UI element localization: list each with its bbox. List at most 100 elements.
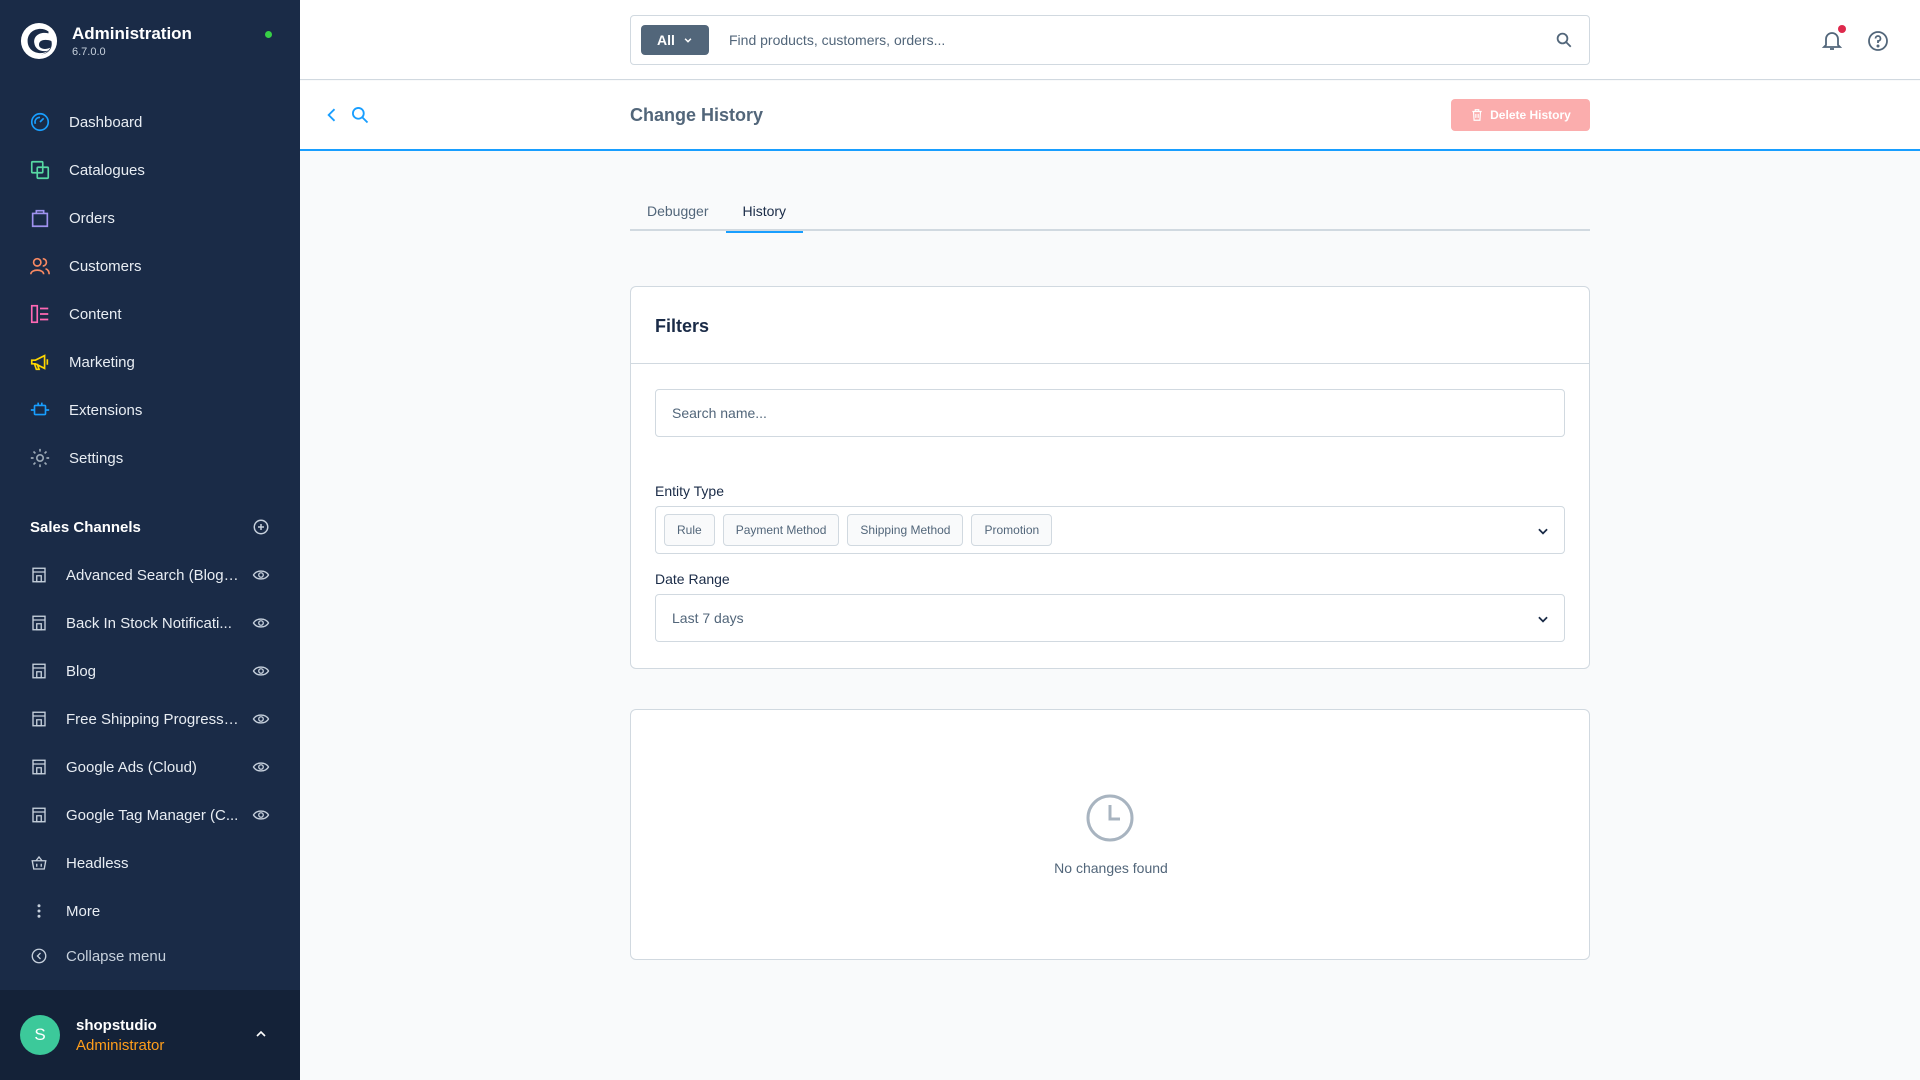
tab-history[interactable]: History — [725, 197, 804, 233]
nav-item-dashboard[interactable]: Dashboard — [0, 98, 300, 146]
storefront-icon — [32, 567, 46, 583]
more-vertical-icon — [37, 904, 41, 918]
content-icon — [30, 304, 49, 324]
nav-item-settings[interactable]: Settings — [0, 434, 300, 482]
nav-item-marketing[interactable]: Marketing — [0, 338, 300, 386]
nav-label: Dashboard — [69, 113, 143, 131]
app-title: Administration — [72, 24, 192, 43]
storefront-icon — [32, 663, 46, 679]
collapse-chevron-icon — [31, 948, 47, 964]
users-icon — [30, 257, 50, 275]
sidebar: Administration 6.7.0.0 Dashboard Catalog… — [0, 0, 300, 1080]
storefront-icon — [32, 759, 46, 775]
eye-icon[interactable] — [252, 662, 270, 680]
avatar: S — [20, 1015, 60, 1055]
entity-type-tag[interactable]: Promotion — [971, 514, 1053, 546]
filters-title: Filters — [631, 287, 1589, 364]
help-icon[interactable] — [1866, 29, 1890, 53]
tab-bar: Debugger History — [630, 197, 1590, 233]
entity-type-tag[interactable]: Rule — [664, 514, 715, 546]
sales-channel-more-label: More — [66, 902, 101, 920]
eye-icon[interactable] — [252, 758, 270, 776]
sales-channel-item[interactable]: Google Ads (Cloud) — [0, 743, 300, 791]
nav-item-customers[interactable]: Customers — [0, 242, 300, 290]
sales-channel-item[interactable]: Headless — [0, 839, 300, 887]
eye-icon[interactable] — [252, 566, 270, 584]
chevron-down-icon — [684, 38, 692, 43]
global-search: All — [630, 15, 1590, 65]
search-name-input[interactable] — [655, 389, 1565, 437]
date-range-select[interactable]: Last 7 days — [655, 594, 1565, 642]
chevron-down-icon — [1538, 528, 1548, 535]
nav-label: Content — [69, 305, 122, 323]
empty-state-message: No changes found — [1054, 860, 1168, 876]
date-range-label: Date Range — [655, 571, 730, 587]
search-icon[interactable] — [350, 105, 370, 125]
add-sales-channel-icon[interactable] — [252, 518, 270, 536]
sales-channel-label: Google Tag Manager (C... — [66, 806, 239, 824]
page-title: Change History — [630, 105, 764, 125]
nav-item-orders[interactable]: Orders — [0, 194, 300, 242]
eye-icon[interactable] — [252, 614, 270, 632]
history-results-card: No changes found — [630, 709, 1590, 960]
sales-channel-label: Blog — [66, 662, 97, 680]
sales-channel-item[interactable]: Google Tag Manager (C... — [0, 791, 300, 839]
sales-channel-label: Free Shipping Progress ... — [66, 710, 240, 728]
user-bar[interactable]: S shopstudio Administrator — [0, 990, 300, 1080]
gear-icon — [30, 448, 50, 468]
nav-item-catalogues[interactable]: Catalogues — [0, 146, 300, 194]
shopping-bag-icon — [31, 209, 49, 228]
sales-channel-label: Google Ads (Cloud) — [66, 758, 197, 776]
chevron-up-icon[interactable] — [253, 1026, 269, 1042]
page-header: Change History Delete History — [300, 81, 1920, 151]
nav-item-extensions[interactable]: Extensions — [0, 386, 300, 434]
nav-label: Extensions — [69, 401, 143, 419]
collapse-menu-button[interactable]: Collapse menu — [30, 947, 166, 965]
delete-history-label: Delete History — [1490, 108, 1571, 122]
sales-channel-item[interactable]: Advanced Search (Blog ... — [0, 551, 300, 599]
sales-channel-label: Headless — [66, 854, 129, 872]
tab-debugger[interactable]: Debugger — [630, 197, 726, 231]
clock-icon — [1086, 794, 1134, 842]
user-role: Administrator — [76, 1036, 165, 1054]
sales-channel-more[interactable]: More — [0, 887, 300, 935]
nav-label: Marketing — [69, 353, 135, 371]
sales-channels-header: Sales Channels — [30, 518, 270, 536]
headless-basket-icon — [31, 855, 47, 870]
entity-type-tag[interactable]: Shipping Method — [847, 514, 964, 546]
entity-type-tag[interactable]: Payment Method — [722, 514, 840, 546]
eye-icon[interactable] — [252, 806, 270, 824]
storefront-icon — [32, 807, 46, 823]
sales-channel-item[interactable]: Free Shipping Progress ... — [0, 695, 300, 743]
app-version: 6.7.0.0 — [72, 46, 106, 58]
sales-channel-label: Advanced Search (Blog ... — [66, 566, 240, 584]
dashboard-icon — [30, 112, 50, 132]
eye-icon[interactable] — [252, 710, 270, 728]
filters-card: Filters Entity Type Rule Payment Method … — [630, 286, 1590, 669]
search-type-dropdown[interactable]: All — [641, 25, 709, 55]
sales-channels-title: Sales Channels — [30, 518, 141, 536]
shopware-logo-icon — [20, 22, 58, 60]
user-name: shopstudio — [76, 1016, 157, 1034]
sales-channel-item[interactable]: Back In Stock Notificati... — [0, 599, 300, 647]
entity-type-select[interactable]: Rule Payment Method Shipping Method Prom… — [655, 506, 1565, 554]
nav-item-content[interactable]: Content — [0, 290, 300, 338]
trash-icon — [1472, 109, 1482, 121]
search-input[interactable] — [729, 32, 1529, 48]
top-bar: All — [300, 0, 1920, 80]
megaphone-icon — [30, 354, 49, 371]
back-arrow-icon[interactable] — [322, 105, 342, 125]
nav-label: Orders — [69, 209, 115, 227]
entity-type-label: Entity Type — [655, 483, 725, 499]
online-status-dot — [265, 31, 272, 38]
nav-label: Settings — [69, 449, 124, 467]
sales-channel-list: Advanced Search (Blog ... Back In Stock … — [0, 551, 300, 935]
collapse-menu-label: Collapse menu — [66, 947, 167, 965]
search-icon[interactable] — [1555, 31, 1573, 49]
brand[interactable]: Administration 6.7.0.0 — [20, 22, 192, 60]
delete-history-button[interactable]: Delete History — [1451, 99, 1590, 131]
storefront-icon — [32, 615, 46, 631]
storefront-icon — [32, 711, 46, 727]
products-icon — [30, 160, 50, 180]
sales-channel-item[interactable]: Blog — [0, 647, 300, 695]
